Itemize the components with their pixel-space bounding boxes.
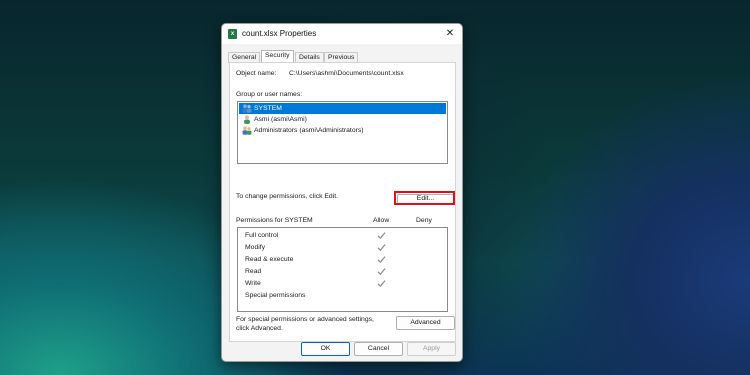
permission-name: Read	[245, 268, 262, 275]
advanced-button[interactable]: Advanced	[396, 316, 455, 330]
object-name-label: Object name:	[236, 70, 277, 77]
permission-row: Read	[245, 268, 445, 280]
permission-row: Read & execute	[245, 256, 445, 268]
allow-header: Allow	[373, 217, 390, 224]
allow-check-icon	[377, 232, 386, 240]
allow-check-icon	[377, 244, 386, 252]
permissions-for-label: Permissions for SYSTEM	[236, 217, 313, 224]
security-panel: Object name: C:\Users\ashmi\Documents\co…	[229, 62, 456, 342]
deny-header: Deny	[416, 217, 432, 224]
allow-check-icon	[377, 268, 386, 276]
close-button[interactable]: ✕	[442, 26, 458, 42]
permission-row: Special permissions	[245, 292, 445, 304]
group-users-label: Group or user names:	[236, 91, 303, 98]
permission-name: Full control	[245, 232, 279, 239]
user-icon	[244, 115, 250, 124]
user-group-icon	[242, 104, 252, 113]
user-group-icon	[242, 126, 252, 135]
cancel-button[interactable]: Cancel	[354, 342, 403, 356]
user-item-system[interactable]: SYSTEM	[239, 103, 446, 114]
ok-button[interactable]: OK	[301, 342, 350, 356]
permission-name: Modify	[245, 244, 266, 251]
user-label: SYSTEM	[254, 105, 282, 112]
apply-button[interactable]: Apply	[407, 342, 456, 356]
allow-check-icon	[377, 280, 386, 288]
user-item-administrators[interactable]: Administrators (asmi\Administrators)	[239, 125, 446, 136]
window-title: count.xlsx Properties	[242, 29, 317, 38]
permissions-list: Full control Modify Read & execute Read …	[237, 227, 448, 312]
permission-name: Read & execute	[245, 256, 294, 263]
permission-row: Modify	[245, 244, 445, 256]
change-permissions-text: To change permissions, click Edit.	[236, 193, 338, 200]
permission-row: Full control	[245, 232, 445, 244]
advanced-help-text-2: click Advanced.	[236, 325, 283, 332]
properties-dialog: x count.xlsx Properties ✕ General Securi…	[221, 23, 463, 362]
user-label: Asmi (asmi\Asmi)	[254, 116, 307, 123]
user-item-asmi[interactable]: Asmi (asmi\Asmi)	[239, 114, 446, 125]
excel-file-icon: x	[228, 29, 237, 39]
users-listbox[interactable]: SYSTEM Asmi (asmi\Asmi) Administrators (…	[237, 101, 448, 164]
advanced-help-text-1: For special permissions or advanced sett…	[236, 316, 374, 323]
permission-name: Write	[245, 280, 261, 287]
object-name-value: C:\Users\ashmi\Documents\count.xlsx	[289, 70, 404, 77]
edit-highlight-box	[394, 191, 455, 205]
permission-name: Special permissions	[245, 292, 306, 299]
title-bar: x count.xlsx Properties ✕	[222, 24, 462, 44]
permission-row: Write	[245, 280, 445, 292]
allow-check-icon	[377, 256, 386, 264]
user-label: Administrators (asmi\Administrators)	[254, 127, 364, 134]
